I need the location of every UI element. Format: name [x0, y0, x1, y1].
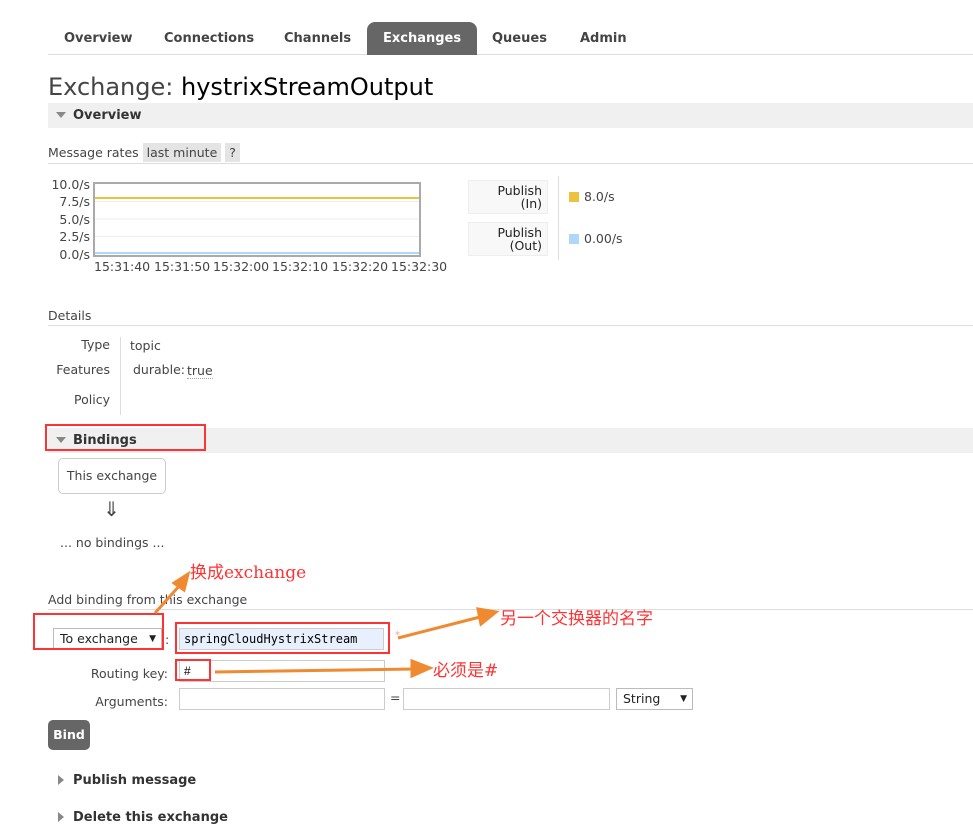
annotation-arrows — [153, 570, 500, 679]
annotation-text: 必须是# — [433, 661, 499, 681]
annotation-text: 换成exchange — [190, 563, 307, 583]
annotation-text: 另一个交换器的名字 — [500, 609, 653, 629]
